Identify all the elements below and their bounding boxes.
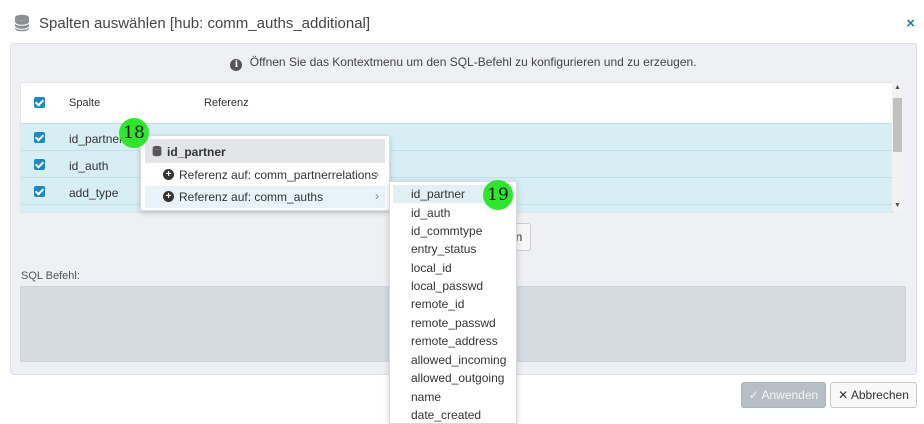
submenu-item[interactable]: allowed_outgoing [393, 369, 513, 387]
row-checkbox[interactable] [34, 159, 45, 170]
row-column-name: id_partner [69, 132, 124, 146]
info-message: i Öffnen Sie das Kontextmenu um den SQL-… [11, 55, 916, 71]
row-checkbox[interactable] [34, 186, 45, 197]
submenu-item-label: date_created [411, 408, 482, 422]
chevron-right-icon: › [375, 167, 379, 181]
database-icon [14, 14, 30, 32]
submenu-item-label: remote_passwd [411, 316, 496, 330]
menu-item-ref-comm-auths[interactable]: + Referenz auf: comm_auths › [145, 186, 385, 208]
cancel-button[interactable]: ✕ Abbrechen [830, 382, 917, 408]
select-all-checkbox[interactable] [34, 97, 45, 108]
menu-item-label: Referenz auf: comm_partnerrelations [179, 168, 378, 182]
submenu-item-label: id_commtype [411, 224, 483, 238]
submenu-item[interactable]: allowed_incoming [393, 351, 513, 369]
submenu-item-label: id_partner [411, 187, 466, 201]
row-column-name: add_type [69, 186, 119, 200]
table-scrollbar[interactable]: ▲ ▼ [892, 82, 903, 211]
scroll-up-icon[interactable]: ▲ [894, 84, 901, 91]
header-referenz: Referenz [204, 97, 249, 109]
submenu-item[interactable]: id_commtype [393, 222, 513, 240]
submenu-item-label: allowed_incoming [411, 353, 507, 367]
context-menu-title: id_partner [167, 145, 226, 159]
menu-item-ref-partnerrelations[interactable]: + Referenz auf: comm_partnerrelations › [145, 164, 385, 186]
info-text: Öffnen Sie das Kontextmenu um den SQL-Be… [249, 55, 697, 69]
context-menu: id_partner + Referenz auf: comm_partnerr… [140, 135, 390, 211]
submenu-item[interactable]: local_id [393, 259, 513, 277]
submenu-item-label: remote_id [411, 297, 465, 311]
context-menu-header: id_partner [145, 139, 385, 163]
row-checkbox[interactable] [34, 132, 45, 143]
step-marker: 18 [119, 118, 149, 148]
table-header: Spalte Referenz [21, 83, 893, 123]
submenu-item[interactable]: name [393, 388, 513, 406]
info-icon: i [230, 59, 243, 71]
submenu-item-label: name [411, 390, 442, 404]
submenu-item[interactable]: remote_passwd [393, 314, 513, 332]
submenu-item-label: allowed_outgoing [411, 371, 505, 385]
submenu-item-label: remote_address [411, 334, 498, 348]
database-icon [152, 145, 162, 157]
submenu-comm-auths: id_partner id_auth id_commtype entry_sta… [389, 181, 517, 424]
submenu-item[interactable]: date_created [393, 406, 513, 423]
submenu-item[interactable]: entry_status [393, 240, 513, 258]
close-icon[interactable]: × [906, 15, 915, 32]
plus-circle-icon: + [163, 191, 174, 202]
sql-label: SQL Befehl: [21, 270, 80, 282]
plus-circle-icon: + [163, 169, 174, 180]
header-spalte: Spalte [69, 97, 101, 109]
apply-button[interactable]: ✓ Anwenden [741, 382, 826, 408]
row-column-name: id_auth [69, 159, 109, 173]
submenu-item-label: entry_status [411, 242, 477, 256]
menu-item-label: Referenz auf: comm_auths [179, 190, 324, 204]
submenu-item-label: local_passwd [411, 279, 484, 293]
step-marker: 19 [483, 180, 513, 210]
chevron-right-icon: › [375, 189, 379, 203]
submenu-item-label: local_id [411, 261, 452, 275]
submenu-item[interactable]: local_passwd [393, 277, 513, 295]
scroll-down-icon[interactable]: ▼ [894, 202, 901, 209]
submenu-item-label: id_auth [411, 206, 451, 220]
submenu-item[interactable]: remote_id [393, 295, 513, 313]
dialog-title: Spalten auswählen [hub: comm_auths_addit… [39, 14, 371, 32]
submenu-item[interactable]: remote_address [393, 332, 513, 350]
dialog-title-bar: Spalten auswählen [hub: comm_auths_addit… [14, 10, 370, 36]
scrollbar-thumb[interactable] [893, 98, 902, 152]
